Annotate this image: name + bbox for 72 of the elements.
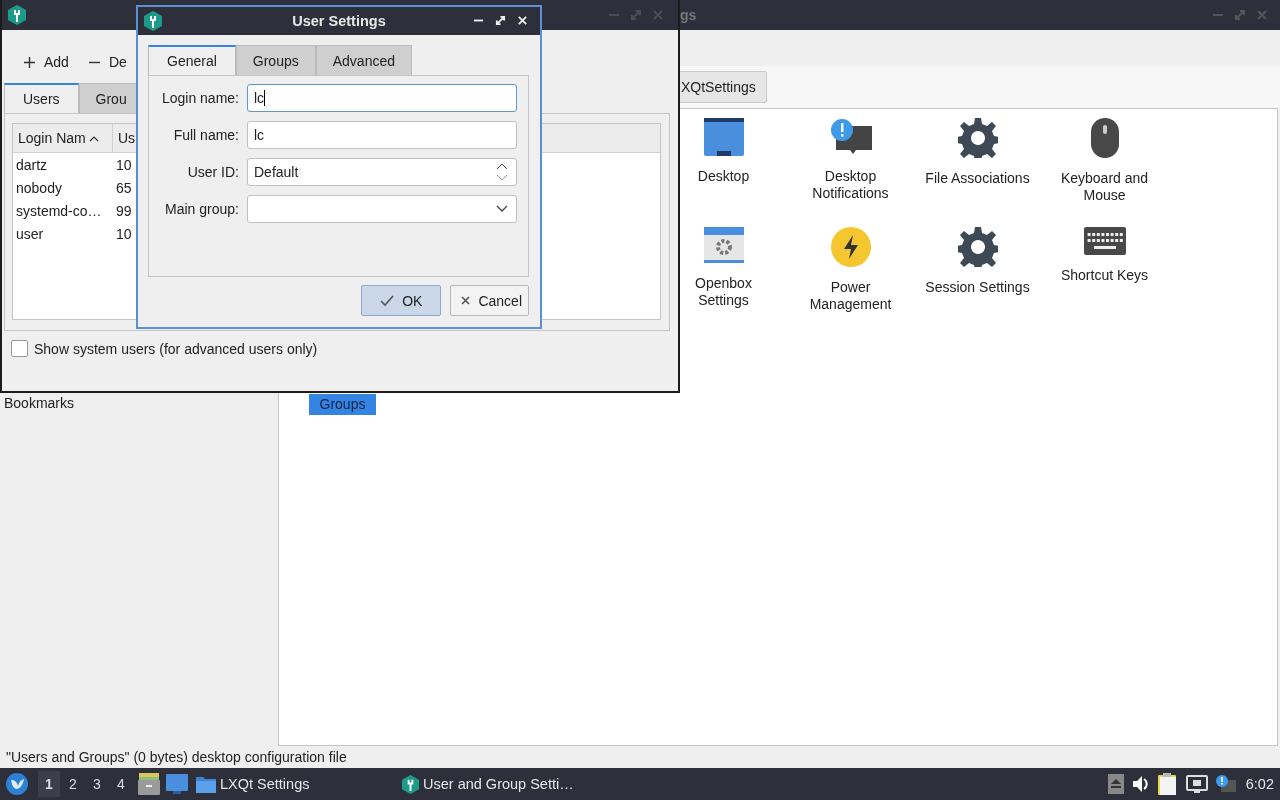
desktop-switch-button[interactable]: 4 [110, 771, 132, 797]
sidebar-heading: Bookmarks [3, 395, 75, 411]
mouse-icon[interactable] [1090, 118, 1119, 158]
table-cell-text: user [15, 225, 45, 242]
settings-item[interactable]: Desktop [697, 166, 750, 187]
desktop-switch-button[interactable]: 1 [38, 771, 60, 797]
plus-icon [24, 56, 35, 68]
checkbox[interactable] [11, 340, 28, 357]
toolbar-button[interactable]: De [82, 50, 133, 74]
table-cell-text: 10 [115, 225, 132, 242]
eject-icon[interactable] [1107, 774, 1124, 794]
settings-item[interactable]: Power Management [787, 277, 914, 315]
desktop-icon[interactable] [166, 774, 188, 794]
app-icon [144, 11, 162, 31]
ok-button[interactable]: OK [361, 285, 442, 316]
desktop-switch-button[interactable]: 2 [62, 771, 84, 797]
column-header[interactable]: Login Nam [13, 124, 113, 152]
monitor-icon[interactable] [703, 118, 744, 156]
notification-icon[interactable] [1215, 775, 1236, 793]
sort-caret-icon [88, 134, 99, 142]
settings-item[interactable]: Desktop Notifications [787, 166, 914, 204]
table-cell-text: nobody [15, 179, 63, 196]
settings-window-icon[interactable] [703, 227, 744, 263]
field-label: Login name: [160, 90, 239, 106]
input-field[interactable]: lc [247, 121, 517, 149]
window-title: gs [680, 7, 697, 23]
tab[interactable]: General [148, 45, 236, 75]
spin-box[interactable]: Default [247, 158, 517, 186]
app-icon [8, 5, 26, 25]
toolbar-button[interactable]: Add [18, 50, 75, 74]
file-cabinet-icon[interactable] [138, 773, 160, 795]
column-header[interactable]: Us [113, 124, 136, 152]
desktop-switch-button[interactable]: 3 [86, 771, 108, 797]
settings-item[interactable]: Shortcut Keys [1049, 265, 1160, 286]
gear-icon[interactable] [957, 118, 998, 158]
settings-item[interactable]: Session Settings [914, 277, 1041, 298]
dialog-title: User Settings [292, 13, 386, 29]
gear-icon[interactable] [957, 227, 998, 267]
input-field[interactable]: lc [247, 84, 517, 112]
app-icon [402, 774, 419, 794]
lightning-icon[interactable] [830, 227, 871, 267]
table-cell-text: 65 [115, 179, 132, 196]
table-cell-text: systemd-co… [15, 202, 103, 219]
volume-icon[interactable] [1131, 775, 1150, 793]
table-cell-text: 10 [115, 156, 132, 173]
checkbox-label: Show system users (for advanced users only) [34, 340, 318, 357]
settings-item[interactable]: File Associations [914, 168, 1041, 189]
table-cell-text: dartz [15, 156, 49, 173]
cancel-button[interactable]: Cancel [450, 285, 529, 316]
settings-item[interactable]: Openbox Settings [683, 273, 764, 311]
settings-item[interactable]: Keyboard and Mouse [1041, 168, 1168, 206]
table-cell-text: 99 [115, 202, 132, 219]
taskbar-task[interactable]: User and Group Setti… [400, 774, 576, 794]
chevron-down-icon [496, 205, 508, 213]
tab[interactable]: Groups [235, 45, 316, 75]
settings-item[interactable]: Groups [308, 394, 377, 415]
start-menu-icon[interactable] [6, 773, 28, 795]
clipboard-icon[interactable] [1157, 773, 1178, 795]
folder-icon [196, 775, 216, 793]
network-icon[interactable] [1185, 775, 1208, 793]
field-label: Full name: [172, 127, 239, 143]
field-label: User ID: [186, 164, 239, 180]
checkmark-icon [380, 294, 395, 307]
taskbar-task[interactable]: LXQt Settings [194, 775, 394, 793]
status-text: "Users and Groups" (0 bytes) desktop configuration file [6, 749, 347, 765]
keyboard-icon[interactable] [1083, 227, 1126, 255]
tab[interactable]: Users [4, 83, 79, 113]
clock[interactable]: 6:02 [1245, 776, 1274, 792]
close-icon [461, 296, 471, 305]
field-label: Main group: [164, 201, 239, 217]
tab[interactable]: Advanced [315, 45, 412, 75]
notification-icon[interactable] [829, 118, 872, 156]
